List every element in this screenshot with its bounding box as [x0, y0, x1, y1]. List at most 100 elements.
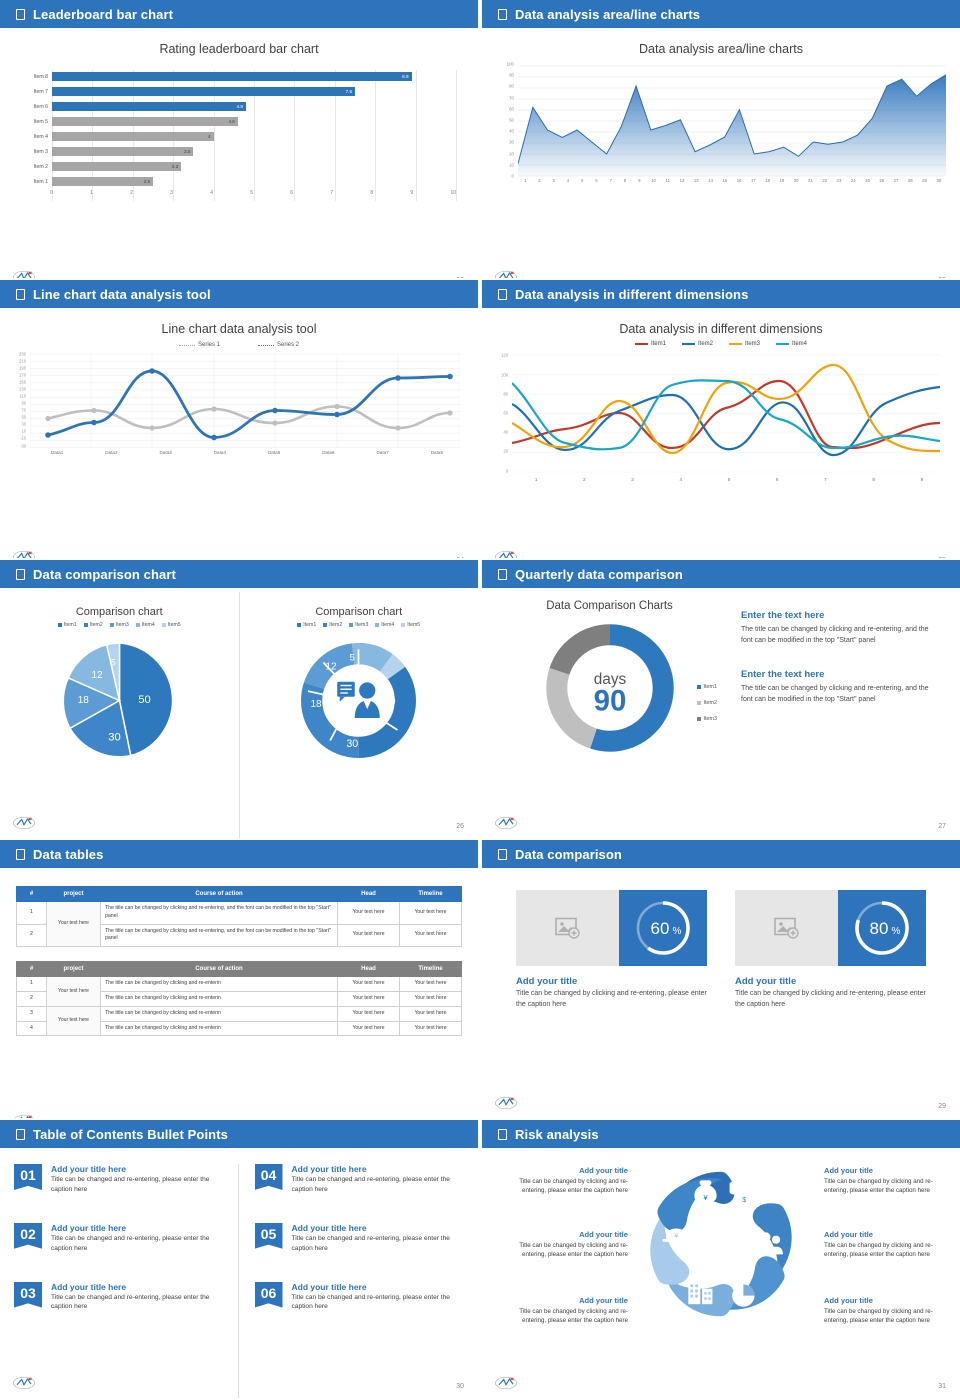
y-tick: 100 — [506, 61, 514, 67]
image-placeholder[interactable] — [516, 890, 619, 966]
toc-item[interactable]: 01 Add your title here Title can be chan… — [14, 1164, 224, 1195]
toc-body: Title can be changed and re-entering, pl… — [291, 1293, 450, 1311]
percent-gauge: 80 % — [838, 890, 926, 966]
cell-timeline: Your text here — [399, 990, 462, 1007]
slide-data-tables: Data tables # project Course of action H… — [0, 840, 478, 1118]
slide-multi-dimension-analysis: Data analysis in different dimensions Da… — [482, 280, 960, 558]
cell-head: Your text here — [337, 1020, 400, 1037]
page-number: 22 — [456, 277, 464, 278]
slide-body: Line chart data analysis tool Series 1 S… — [0, 322, 478, 558]
legend-item-item2: Item2 — [83, 622, 103, 628]
legend-item-series1: Series 1 — [178, 342, 220, 348]
square-bullet-icon — [498, 288, 507, 300]
legend-label: Item2 — [329, 622, 343, 628]
line-swatch-icon — [634, 342, 648, 346]
image-placeholder[interactable] — [735, 890, 838, 966]
toc-column-left: 01 Add your title here Title can be chan… — [14, 1164, 239, 1398]
slide-title: Table of Contents Bullet Points — [33, 1126, 228, 1142]
swatch-icon — [297, 623, 302, 627]
table-row: 1 Your text here The title can be change… — [16, 900, 462, 948]
y-tick: 150 — [19, 379, 26, 385]
cell-action: The title can be changed by clicking and… — [100, 990, 338, 1007]
donut-value-label: 30 — [347, 738, 359, 750]
page-number: 26 — [456, 823, 464, 830]
risk-title: Add your title — [579, 1296, 628, 1305]
card-body: Title can be changed by clicking and re-… — [735, 990, 926, 1008]
x-tick: 0 — [50, 190, 53, 196]
page-number: 29 — [938, 1103, 946, 1110]
toc-item[interactable]: 05 Add your title here Title can be chan… — [254, 1222, 465, 1254]
multi-line-plot — [512, 354, 940, 473]
risk-body: Title can be changed by clicking and re-… — [824, 1178, 933, 1195]
block-heading: Enter the text here — [741, 610, 825, 621]
toc-title: Add your title here — [51, 1164, 127, 1174]
slide-deck: Leaderboard bar chart Rating leaderboard… — [0, 0, 960, 1400]
y-tick: 210 — [19, 358, 26, 364]
bar-chart: Item 8 8.9 Item 7 7.5 Item 6 4.8 Item 5 … — [24, 70, 457, 201]
company-logo-icon — [495, 550, 517, 558]
cell-head: Your text here — [337, 976, 400, 992]
toc-column-right: 04 Add your title here Title can be chan… — [239, 1164, 465, 1398]
percent-ring-plot: 60 % — [636, 901, 690, 955]
toc-item[interactable]: 02 Add your title here Title can be chan… — [14, 1222, 224, 1254]
x-tick: 21 — [808, 178, 813, 183]
chart-legend: Item1 Item2 Item3 Item4 — [482, 341, 960, 347]
add-image-icon — [773, 917, 799, 939]
days-donut-plot: days 90 — [545, 624, 674, 752]
risk-item-3: Add your title Title can be changed by c… — [510, 1296, 628, 1326]
bar-value-label: 3.2 — [171, 164, 179, 169]
line-chart: 230 210 190 170 150 130 110 90 70 50 30 … — [12, 351, 464, 455]
pie-value-label: 18 — [77, 695, 89, 706]
page-number: 27 — [938, 823, 946, 830]
x-tick: 18 — [765, 178, 771, 183]
x-tick: 10 — [651, 178, 656, 183]
pie-chart-icon — [732, 1284, 755, 1307]
legend-label: Series 2 — [277, 342, 300, 348]
column-header-head: Head — [337, 886, 400, 902]
x-tick: Data3 — [159, 450, 172, 455]
percent-ring-plot: 80 % — [855, 901, 909, 955]
risk-title: Add your title — [579, 1166, 628, 1175]
toc-item[interactable]: 04 Add your title here Title can be chan… — [254, 1164, 465, 1195]
pie-legend: Item1 Item2 Item3 Item4 Item5 — [0, 622, 239, 628]
person-avatar-icon — [337, 681, 380, 718]
y-tick: -30 — [20, 443, 26, 449]
cell-project: Your text here — [46, 1005, 101, 1037]
area-chart: 100 90 80 70 60 50 40 30 20 10 0 1 2 3 4… — [500, 61, 946, 183]
legend-item-item1: Item1 — [696, 684, 717, 690]
x-tick: 23 — [836, 178, 842, 183]
toc-number-badge: 03 — [14, 1281, 42, 1308]
y-tick: 110 — [19, 393, 26, 399]
toc-number-badge: 01 — [14, 1164, 42, 1190]
toc-item[interactable]: 03 Add your title here Title can be chan… — [14, 1281, 224, 1313]
legend-label: Item1 — [703, 684, 717, 690]
coins-stack-icon: $ — [729, 1180, 751, 1206]
page-number: 24 — [456, 557, 464, 558]
bar-x-axis: 0 1 2 3 4 5 6 7 8 9 10 — [50, 190, 456, 200]
y-tick: 230 — [19, 351, 26, 357]
slide-title: Data tables — [33, 846, 104, 862]
x-tick: 20 — [793, 178, 799, 183]
swatch-icon — [349, 623, 354, 627]
y-tick: 190 — [19, 365, 26, 371]
risk-title: Add your title — [824, 1230, 873, 1239]
column-header-project: project — [46, 961, 101, 978]
chart-title: Line chart data analysis tool — [161, 322, 317, 336]
toc-body: Title can be changed and re-entering, pl… — [51, 1176, 210, 1193]
square-bullet-icon — [498, 568, 507, 580]
y-tick: 60 — [503, 410, 508, 416]
x-tick: 2 — [583, 477, 586, 482]
slide-header: Data analysis in different dimensions — [482, 280, 960, 308]
legend-label: Item2 — [89, 622, 103, 628]
y-tick: 40 — [503, 429, 508, 435]
area-y-axis: 100 90 80 70 60 50 40 30 20 10 0 — [500, 61, 514, 179]
toc-number-badge: 06 — [254, 1281, 283, 1308]
x-tick: 1 — [534, 477, 538, 482]
x-tick: Data6 — [322, 450, 335, 455]
toc-item[interactable]: 06 Add your title here Title can be chan… — [254, 1281, 465, 1313]
slide-header: Data tables — [0, 840, 478, 868]
pie-value-label: 5 — [111, 658, 116, 668]
risk-body: Title can be changed by clicking and re-… — [824, 1308, 933, 1325]
square-bullet-icon — [16, 288, 25, 300]
slide-title: Data comparison chart — [33, 566, 176, 582]
